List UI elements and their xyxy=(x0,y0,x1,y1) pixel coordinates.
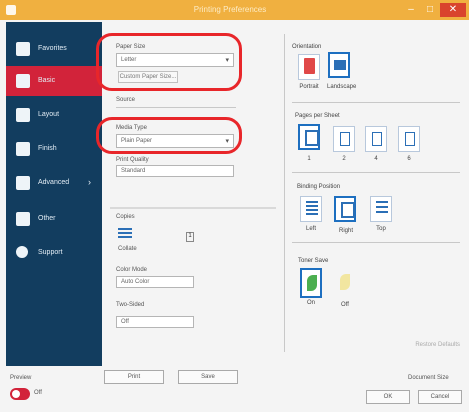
pages-option-1-label: 1 xyxy=(307,156,311,162)
preview-label: Preview xyxy=(10,375,32,381)
cancel-button[interactable]: Cancel xyxy=(418,390,462,404)
chevron-right-icon: › xyxy=(88,177,91,187)
collate-icon xyxy=(118,226,132,244)
printer-icon xyxy=(16,212,30,226)
duplex-label: Two-Sided xyxy=(116,302,145,308)
sidebar-item-finish[interactable]: Finish xyxy=(6,134,102,164)
folder-icon xyxy=(16,176,30,190)
color-mode-label: Color Mode xyxy=(116,267,148,273)
highlight-paper-size xyxy=(96,33,242,91)
binding-top-label: Top xyxy=(376,226,386,232)
pages-option-1[interactable] xyxy=(298,124,320,150)
binding-right[interactable] xyxy=(334,196,356,222)
paper-source-label: Source xyxy=(116,97,136,103)
binding-top[interactable] xyxy=(370,196,392,222)
print-quality-select[interactable]: Standard xyxy=(116,165,234,177)
highlight-media-type xyxy=(96,117,242,154)
layout-icon xyxy=(16,108,30,122)
preview-toggle-label: Off xyxy=(34,390,42,396)
wrench-icon xyxy=(16,246,28,258)
print-quality-label: Print Quality xyxy=(116,157,149,163)
sidebar-item-label: Advanced xyxy=(38,179,70,186)
sidebar-item-label: Finish xyxy=(38,145,57,152)
star-icon xyxy=(16,42,30,56)
orientation-portrait-label: Portrait xyxy=(299,84,319,90)
toner-off[interactable] xyxy=(334,268,356,298)
collate-label: Collate xyxy=(118,246,137,252)
section-divider xyxy=(110,207,276,209)
orientation-title: Orientation xyxy=(292,44,322,50)
sidebar-item-label: Favorites xyxy=(38,45,67,52)
divider xyxy=(292,242,460,243)
maximize-icon[interactable]: □ xyxy=(421,3,439,17)
orientation-landscape[interactable] xyxy=(328,52,350,78)
sidebar-item-label: Layout xyxy=(38,111,60,118)
binding-left-label: Left xyxy=(305,226,316,232)
sidebar-item-label: Support xyxy=(38,249,63,256)
sidebar-item-basic[interactable]: Basic xyxy=(6,66,102,96)
ok-button[interactable]: OK xyxy=(366,390,410,404)
toner-on-label: On xyxy=(306,300,315,306)
sidebar-item-label: Other xyxy=(38,215,56,222)
sidebar-item-support[interactable]: Support xyxy=(6,238,102,268)
pages-option-2-label: 2 xyxy=(342,156,346,162)
binding-title: Binding Position xyxy=(297,184,341,190)
sidebar-item-layout[interactable]: Layout xyxy=(6,100,102,130)
divider xyxy=(116,107,236,108)
preview-toggle[interactable] xyxy=(10,388,30,400)
print-quality-value: Standard xyxy=(121,168,146,174)
document-size-label: Document Size xyxy=(408,375,449,381)
toner-title: Toner Save xyxy=(298,258,329,264)
pages-option-6-label: 6 xyxy=(407,156,411,162)
vertical-divider xyxy=(284,34,285,352)
color-mode-select[interactable]: Auto Color xyxy=(116,276,194,288)
pages-option-4[interactable] xyxy=(365,126,387,152)
document-icon xyxy=(16,74,30,88)
divider xyxy=(292,102,460,103)
pages-title: Pages per Sheet xyxy=(295,113,340,119)
duplex-value: Off xyxy=(121,319,129,325)
duplex-select[interactable]: Off xyxy=(116,316,194,328)
print-button[interactable]: Print xyxy=(104,370,164,384)
app-icon xyxy=(6,5,16,15)
save-button[interactable]: Save xyxy=(178,370,238,384)
staple-icon xyxy=(16,142,30,156)
copies-stepper[interactable]: 1 xyxy=(186,232,194,242)
sidebar-item-advanced[interactable]: Advanced › xyxy=(6,168,102,198)
sidebar-item-other[interactable]: Other xyxy=(6,204,102,234)
copies-label: Copies xyxy=(116,214,135,220)
sidebar-item-favorites[interactable]: Favorites xyxy=(6,34,102,64)
binding-left[interactable] xyxy=(300,196,322,222)
orientation-portrait[interactable] xyxy=(298,54,320,80)
window-title: Printing Preferences xyxy=(193,5,267,14)
sidebar-item-label: Basic xyxy=(38,77,56,84)
color-mode-value: Auto Color xyxy=(121,279,150,285)
orientation-landscape-label: Landscape xyxy=(327,84,357,90)
divider xyxy=(292,172,460,173)
pages-option-6[interactable] xyxy=(398,126,420,152)
binding-right-label: Right xyxy=(338,228,353,234)
toner-off-label: Off xyxy=(341,302,349,308)
sidebar: Favorites Basic Layout Finish Advanced ›… xyxy=(6,22,102,366)
toner-on[interactable] xyxy=(300,268,322,298)
close-icon[interactable]: ✕ xyxy=(440,3,466,17)
restore-defaults-button[interactable]: Restore Defaults xyxy=(380,342,460,348)
pages-option-4-label: 4 xyxy=(374,156,378,162)
pages-option-2[interactable] xyxy=(333,126,355,152)
minimize-icon[interactable]: – xyxy=(402,3,420,17)
